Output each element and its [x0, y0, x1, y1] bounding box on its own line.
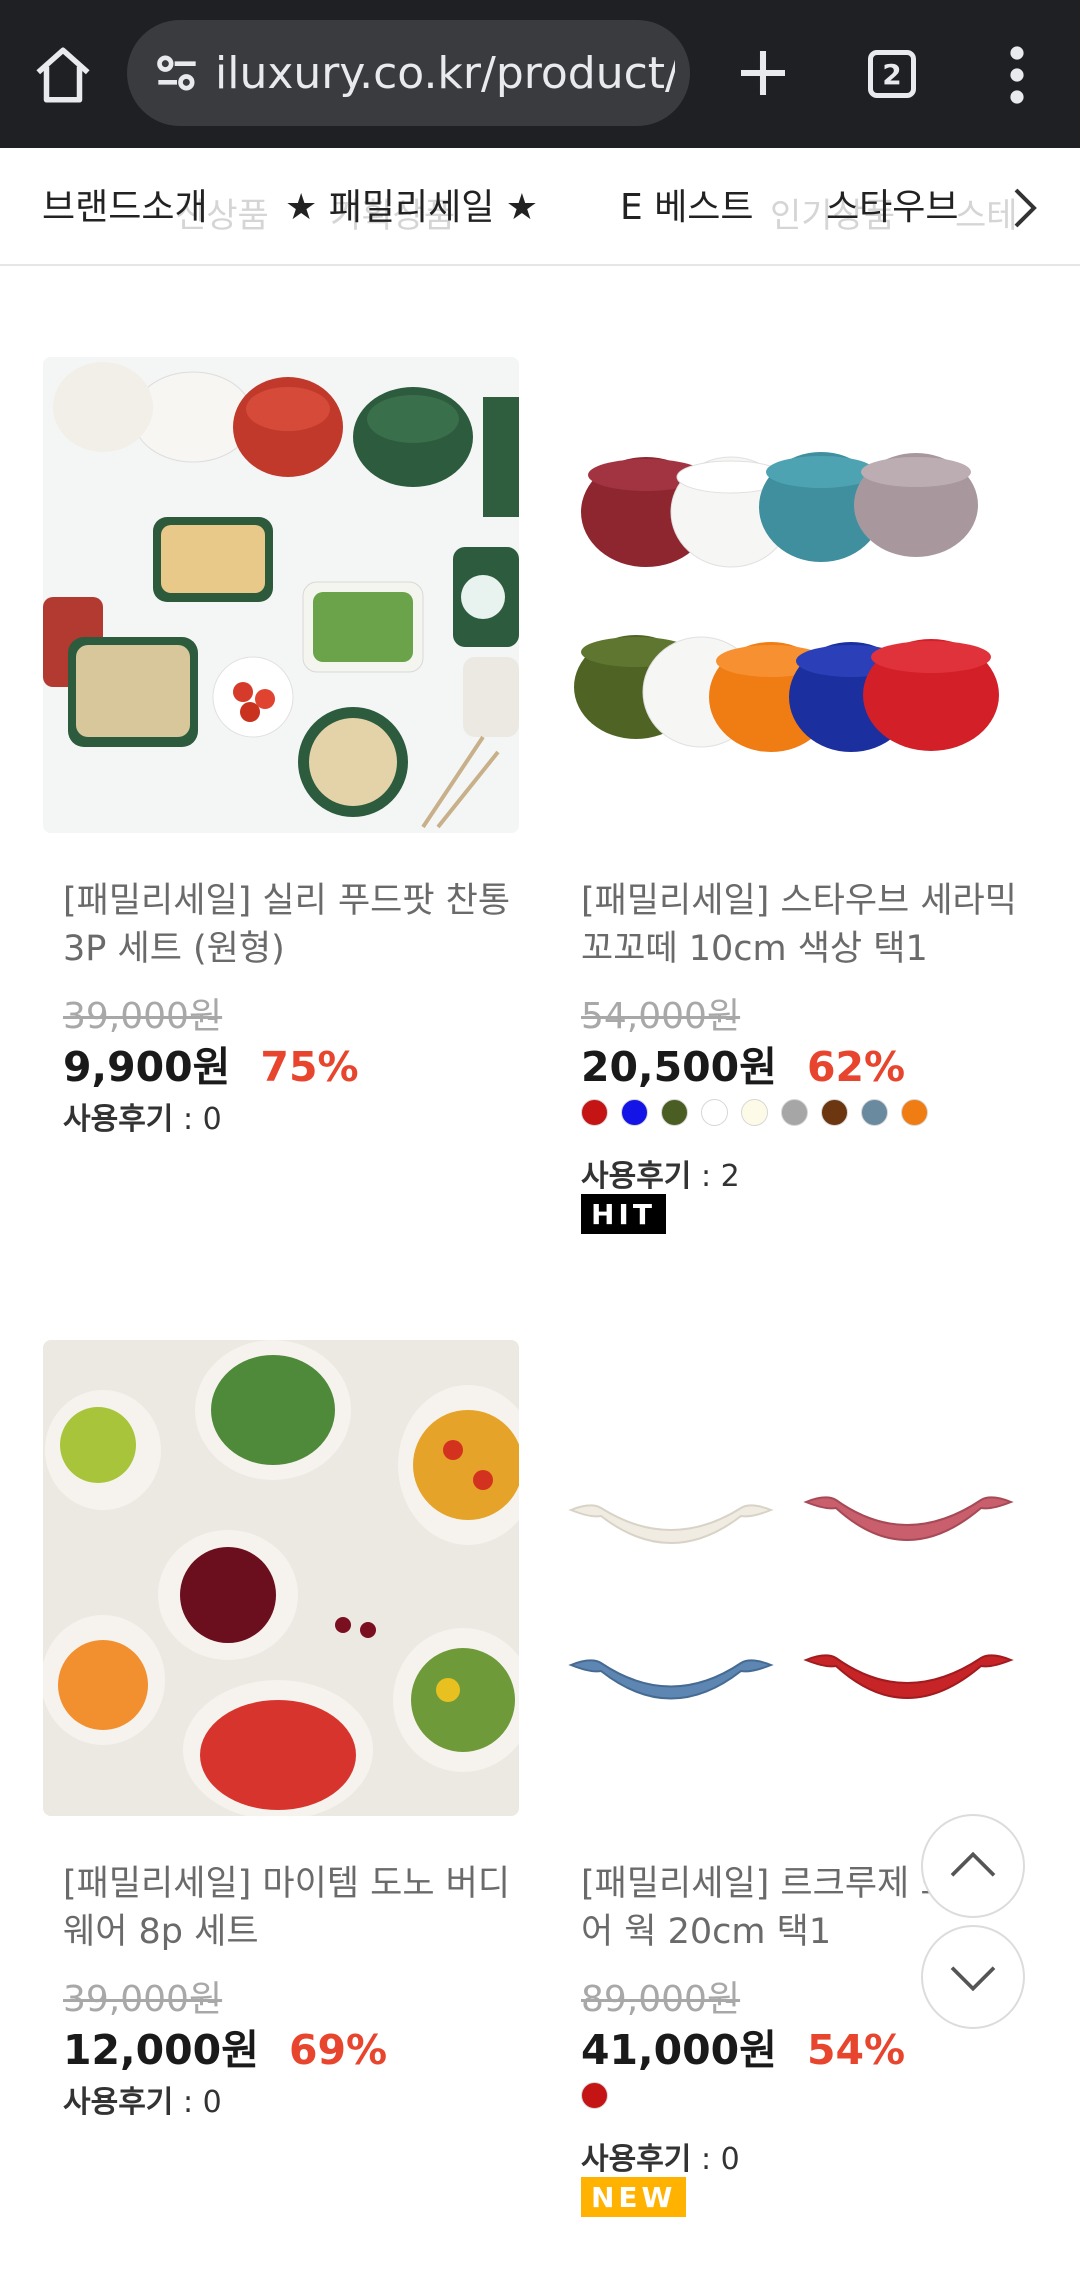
category-best[interactable]: E 베스트	[620, 178, 754, 230]
original-price: 39,000원	[63, 1979, 223, 2020]
product-name[interactable]: [패밀리세일] 마이템 도노 버디웨어 8p 세트	[63, 1860, 513, 1956]
color-swatch[interactable]	[781, 1099, 808, 1126]
color-swatch[interactable]	[581, 1099, 608, 1126]
sale-price: 12,000원	[63, 2026, 259, 2074]
product-name[interactable]: [패밀리세일] 실리 푸드팟 찬통 3P 세트 (원형)	[63, 877, 513, 973]
more-menu-icon[interactable]	[1000, 42, 1034, 108]
color-swatch[interactable]	[581, 2082, 608, 2109]
review-label: 사용후기	[63, 2085, 174, 2120]
review-label: 사용후기	[581, 1159, 692, 1194]
browser-toolbar: iluxury.co.kr/product/ 2	[0, 0, 1080, 148]
product-card[interactable]: [패밀리세일] 실리 푸드팟 찬통 3P 세트 (원형) 39,000원 9,9…	[43, 357, 523, 1157]
product-card[interactable]: [패밀리세일] 르크루제 스톤웨어 웍 20cm 택1 89,000원 41,0…	[561, 1340, 1037, 2240]
review-value: : 0	[691, 2142, 740, 2177]
color-swatch[interactable]	[741, 1099, 768, 1126]
discount-rate: 69%	[288, 2026, 388, 2074]
category-staub[interactable]: 스타우브	[826, 178, 958, 230]
sale-price: 20,500원	[581, 1043, 777, 1091]
review-count: 사용후기 : 0	[63, 2077, 222, 2121]
category-nav: 신상품 기획상품 인기상품 스테 브랜드소개 ★ 패밀리세일 ★ E 베스트 스…	[0, 148, 1080, 266]
product-image[interactable]	[561, 357, 1037, 833]
color-swatch[interactable]	[901, 1099, 928, 1126]
new-badge: NEW	[581, 2177, 687, 2217]
scroll-bottom-button[interactable]	[921, 1925, 1025, 2029]
product-card[interactable]: [패밀리세일] 마이템 도노 버디웨어 8p 세트 39,000원 12,000…	[41, 1340, 538, 2140]
discount-rate: 62%	[806, 1043, 906, 1091]
tab-switcher-button[interactable]: 2	[868, 50, 916, 98]
product-image[interactable]	[43, 357, 523, 833]
product-image[interactable]	[41, 1340, 538, 1820]
review-label: 사용후기	[63, 1102, 174, 1137]
new-tab-icon[interactable]	[730, 40, 796, 106]
category-brand-intro[interactable]: 브랜드소개	[42, 178, 208, 230]
color-swatch[interactable]	[701, 1099, 728, 1126]
color-swatch[interactable]	[661, 1099, 688, 1126]
color-swatch[interactable]	[861, 1099, 888, 1126]
home-icon[interactable]	[30, 42, 96, 108]
price-row: 9,900원 75%	[63, 1033, 359, 1093]
sale-price: 9,900원	[63, 1043, 231, 1091]
color-swatches	[581, 1099, 928, 1126]
original-price: 39,000원	[63, 996, 223, 1037]
discount-rate: 54%	[806, 2026, 906, 2074]
product-image[interactable]	[561, 1340, 1037, 1816]
scroll-top-button[interactable]	[921, 1814, 1025, 1918]
color-swatch[interactable]	[821, 1099, 848, 1126]
chevron-down-icon	[950, 1966, 996, 1992]
sale-price: 41,000원	[581, 2026, 777, 2074]
url-text[interactable]: iluxury.co.kr/product/	[215, 48, 675, 99]
original-price: 89,000원	[581, 1979, 741, 2020]
review-value: : 0	[173, 2085, 222, 2120]
category-family-sale[interactable]: ★ 패밀리세일 ★	[285, 178, 538, 230]
review-count: 사용후기 : 0	[63, 1094, 222, 1138]
review-count: 사용후기 : 0	[581, 2134, 740, 2178]
chevron-up-icon	[950, 1851, 996, 1877]
color-swatch[interactable]	[621, 1099, 648, 1126]
review-count: 사용후기 : 2	[581, 1151, 740, 1195]
review-label: 사용후기	[581, 2142, 692, 2177]
review-value: : 2	[691, 1159, 740, 1194]
tab-count: 2	[882, 57, 902, 91]
price-row: 12,000원 69%	[63, 2016, 387, 2076]
original-price: 54,000원	[581, 996, 741, 1037]
price-row: 20,500원 62%	[581, 1033, 905, 1093]
chevron-right-icon[interactable]	[1000, 184, 1048, 232]
color-swatches	[581, 2082, 608, 2109]
price-row: 41,000원 54%	[581, 2016, 905, 2076]
discount-rate: 75%	[260, 1043, 359, 1091]
review-value: : 0	[173, 1102, 222, 1137]
site-settings-icon[interactable]	[149, 45, 205, 101]
product-name[interactable]: [패밀리세일] 스타우브 세라믹 꼬꼬떼 10cm 색상 택1	[581, 877, 1031, 973]
address-bar[interactable]: iluxury.co.kr/product/	[127, 20, 690, 126]
product-card[interactable]: [패밀리세일] 스타우브 세라믹 꼬꼬떼 10cm 색상 택1 54,000원 …	[561, 357, 1037, 1257]
hit-badge: HIT	[581, 1194, 666, 1234]
